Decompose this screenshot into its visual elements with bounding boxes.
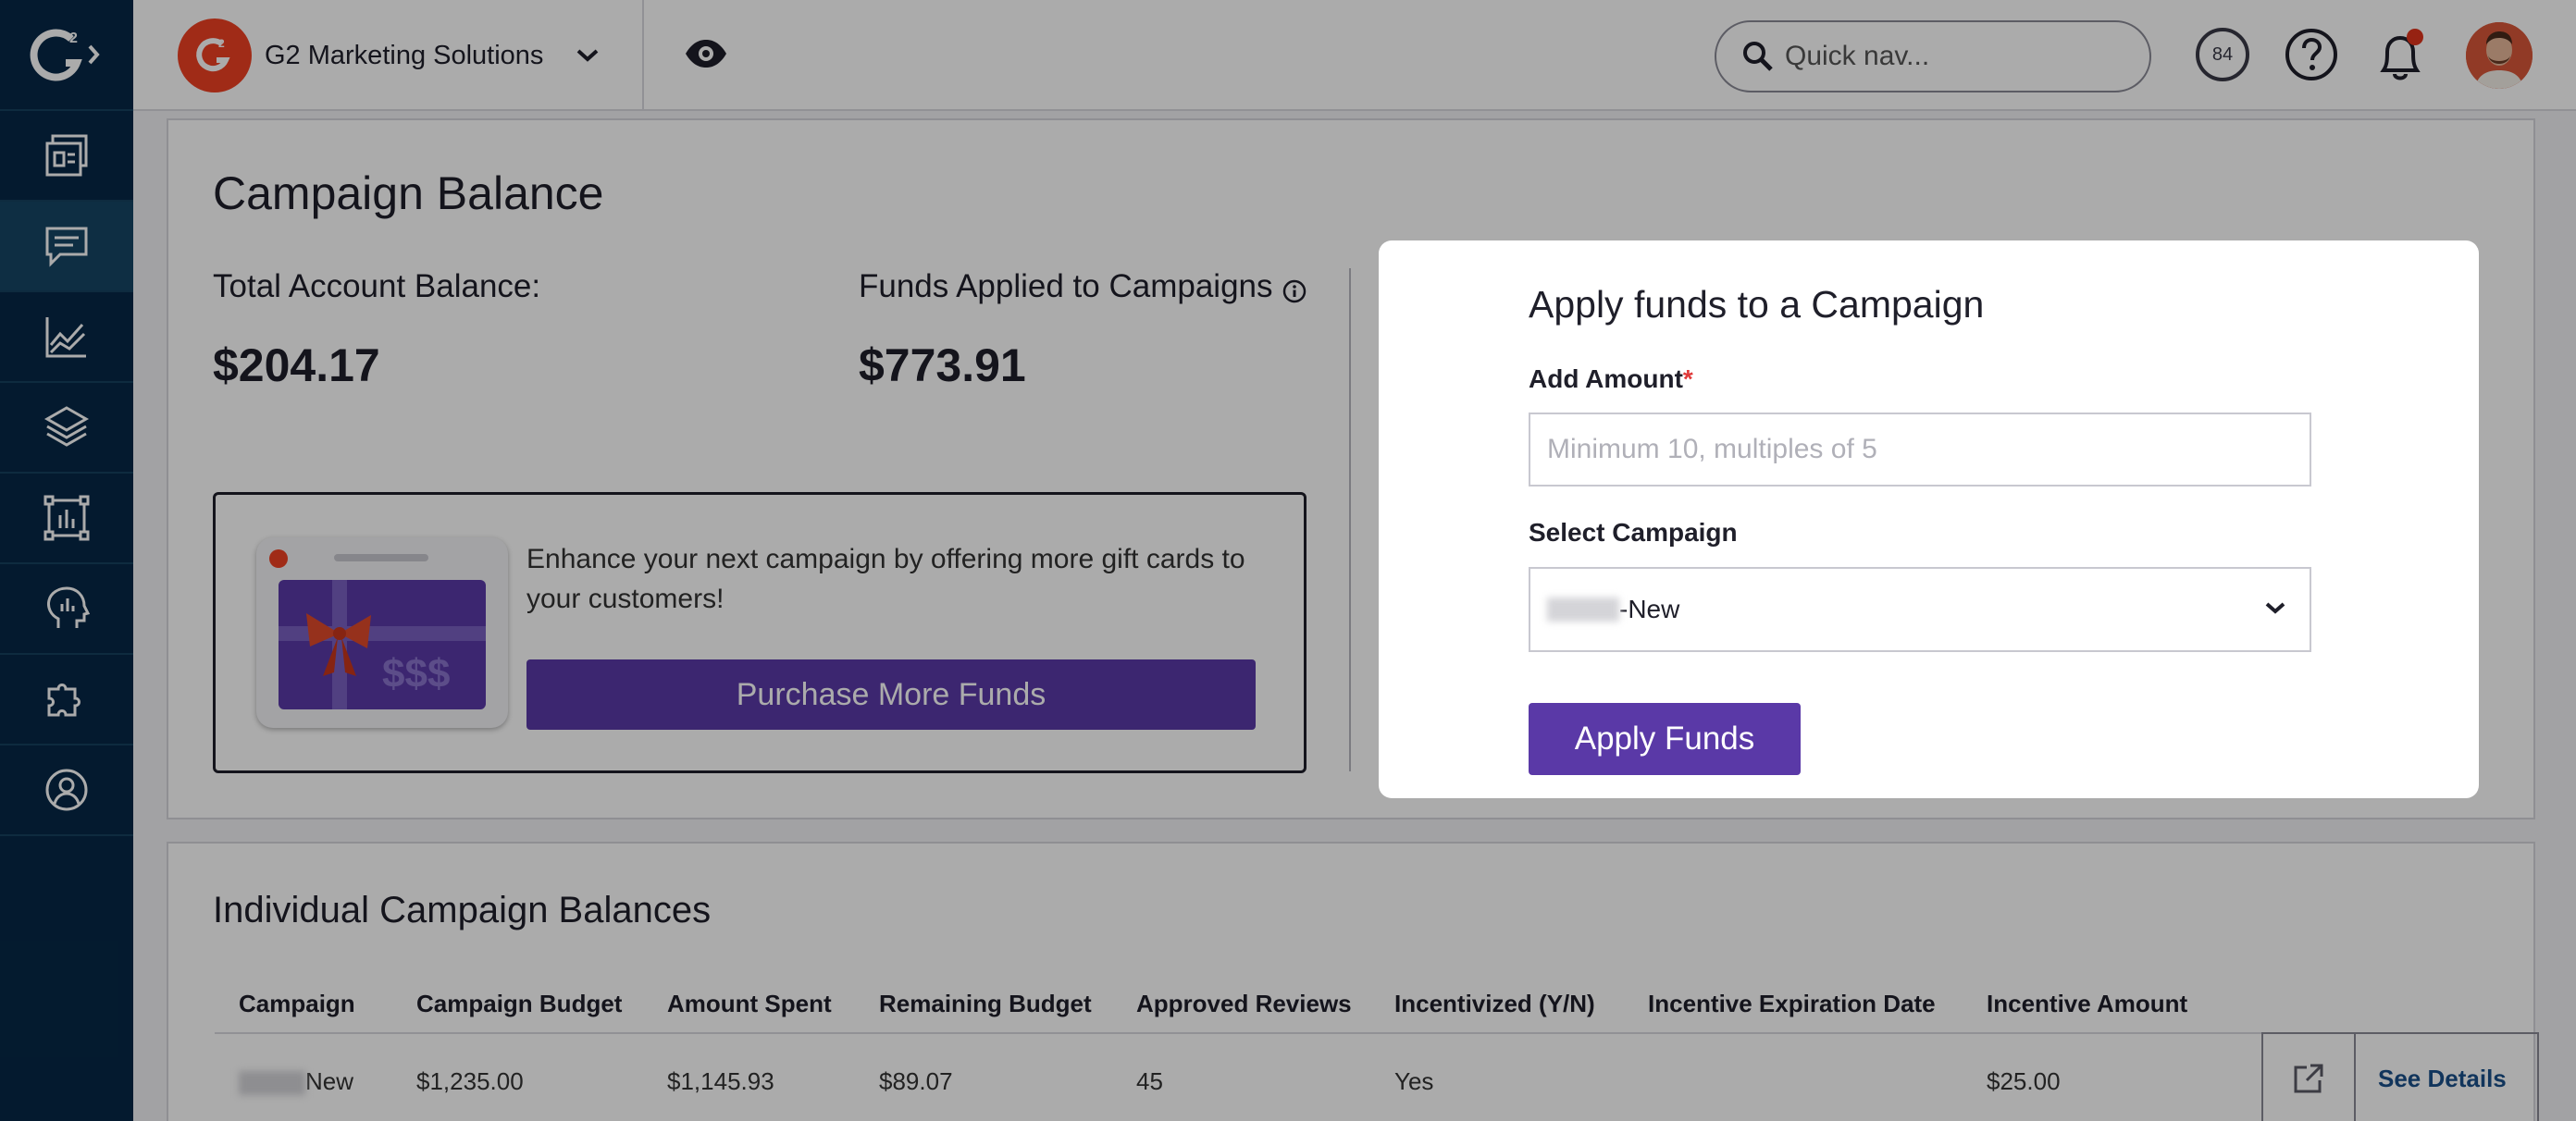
required-mark: * bbox=[1682, 364, 1693, 393]
redacted-text bbox=[1547, 597, 1619, 622]
add-amount-label: Add Amount* bbox=[1529, 364, 1693, 393]
modal-title: Apply funds to a Campaign bbox=[1529, 283, 1985, 326]
campaign-select-value: -New bbox=[1619, 595, 1680, 623]
select-campaign-label: Select Campaign bbox=[1529, 518, 1738, 547]
apply-funds-modal: Apply funds to a Campaign Add Amount* Se… bbox=[1379, 240, 2479, 798]
campaign-select[interactable]: -New bbox=[1529, 567, 2311, 652]
chevron-down-icon bbox=[2265, 602, 2285, 614]
apply-funds-button[interactable]: Apply Funds bbox=[1529, 703, 1801, 775]
add-amount-input[interactable] bbox=[1529, 413, 2311, 487]
